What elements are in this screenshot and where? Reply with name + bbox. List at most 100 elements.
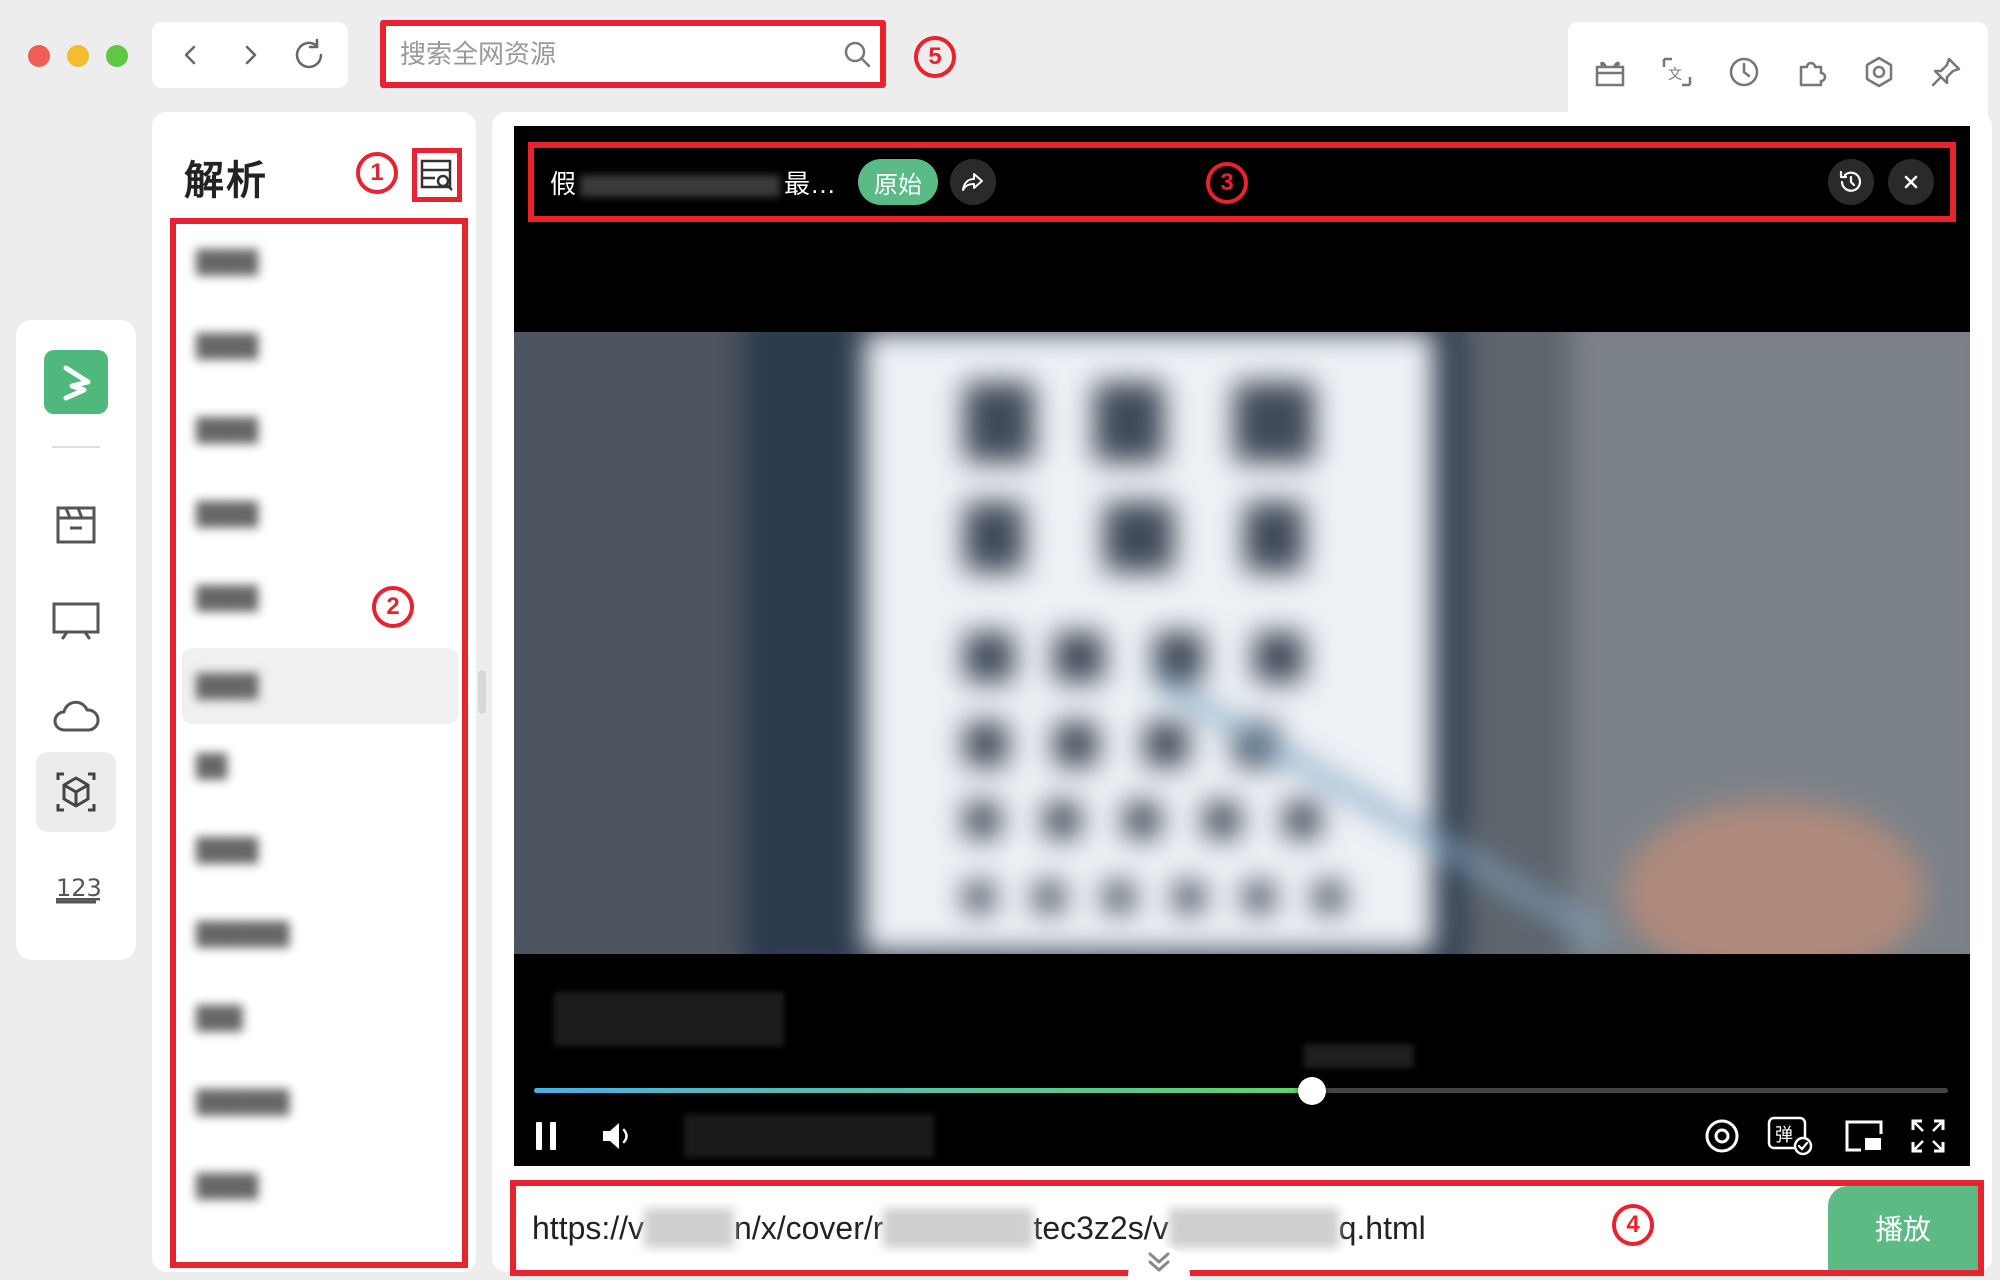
server-search-icon [420,159,453,191]
settings-button[interactable] [1853,46,1905,98]
picture-in-picture-icon [1845,1120,1883,1152]
danmaku-button[interactable]: 弹 [1766,1112,1814,1160]
search-box [380,20,886,88]
svg-text:123: 123 [56,874,100,902]
pause-button[interactable] [522,1112,570,1160]
parse-source-list: ████ ████ ████ ████ ████ ████ ██ ████ ██… [170,218,468,1268]
window-maximize-button[interactable] [106,45,128,67]
extension-button[interactable] [1786,46,1838,98]
quality-settings-button[interactable] [1698,1112,1746,1160]
list-item[interactable]: ███ [188,998,428,1038]
pin-button[interactable] [1920,46,1972,98]
list-item[interactable]: ██████ [188,914,428,954]
video-title-start: 假 [550,168,577,199]
extension-icon [1799,61,1826,87]
left-rail: 123 [16,320,136,960]
url-input[interactable]: https://v n/x/cover/r tec3z2s/v q.html [532,1186,1426,1270]
history-button[interactable] [1718,46,1770,98]
progress-bar[interactable] [534,1077,1948,1105]
refresh-icon [295,38,322,69]
rail-item-parse[interactable] [36,752,116,832]
chevron-right-icon [245,45,257,65]
gift-icon [1595,61,1624,87]
video-frame[interactable] [514,332,1970,954]
list-item[interactable]: ████ [188,242,428,282]
panel-scrollbar[interactable] [478,670,486,714]
volume-button[interactable] [594,1112,642,1160]
list-item[interactable]: ████ [188,1166,428,1206]
annotation-badge-1: 1 [356,152,398,194]
share-button[interactable] [950,159,997,205]
list-item[interactable]: ████ [188,830,428,870]
rail-item-tv[interactable] [36,580,116,660]
danmaku-icon: 弹 [1767,1116,1813,1156]
url-redaction [1168,1208,1339,1248]
search-icon[interactable] [842,39,872,69]
rail-item-cloud[interactable] [36,676,116,756]
window-close-button[interactable] [28,45,50,67]
url-segment: https://v [532,1209,645,1246]
list-item[interactable]: ██████ [188,1082,428,1122]
numbers-icon: 123 [56,874,100,904]
settings-icon [1705,1119,1739,1153]
close-player-button[interactable] [1888,159,1934,205]
window-minimize-button[interactable] [67,45,89,67]
video-title: 假 最… [550,164,836,201]
playback-time-redaction [684,1114,934,1158]
parse-panel: 解析 1 ████ ████ ████ ████ ████ ████ ██ ██… [152,112,476,1272]
share-icon [962,173,984,191]
play-button[interactable]: 播放 [1828,1186,1978,1270]
svg-text:文: 文 [1668,67,1682,83]
back-button[interactable] [167,31,215,79]
pip-button[interactable] [1840,1112,1888,1160]
refresh-button[interactable] [285,31,333,79]
history-icon [1839,170,1862,192]
film-icon [56,506,96,544]
fullscreen-icon [1911,1119,1945,1153]
url-segment: tec3z2s/v [1033,1209,1169,1246]
parse-server-button[interactable] [412,148,462,202]
url-redaction [883,1208,1034,1248]
history-icon [1730,57,1759,87]
top-toolbar: 文 [1568,22,1988,124]
video-player: 假最… 原始 3 弹 [514,126,1970,1166]
forward-button[interactable] [226,31,274,79]
svg-text:弹: 弹 [1775,1125,1793,1146]
annotation-badge-5: 5 [914,36,956,78]
progress-knob[interactable] [1297,1077,1326,1105]
list-item[interactable]: ████ [188,494,428,534]
double-chevron-down-icon [1148,1252,1170,1272]
url-bar: https://v n/x/cover/r tec3z2s/v q.html 播放 4 [510,1180,1984,1276]
play-logo-icon [63,365,91,401]
annotation-badge-2: 2 [372,586,414,628]
url-segment: n/x/cover/r [734,1209,884,1246]
progress-fill [534,1088,1312,1093]
list-item[interactable]: ██ [188,746,428,786]
video-title-end: 最… [784,168,837,199]
url-redaction [644,1208,735,1248]
pause-icon [536,1122,556,1150]
panel-title: 解析 [184,159,268,203]
title-redaction [580,174,781,197]
parse-cube-icon [56,772,96,812]
list-item[interactable]: ████ [188,326,428,366]
tv-icon [52,602,100,640]
gift-button[interactable] [1584,46,1636,98]
rail-item-numbers[interactable]: 123 [36,848,116,928]
translate-button[interactable]: 文 [1651,46,1703,98]
list-item[interactable]: ████ [188,410,428,450]
translate-icon: 文 [1662,57,1692,87]
annotation-badge-4: 4 [1612,1204,1654,1246]
playback-history-button[interactable] [1828,159,1874,205]
settings-icon [1865,56,1893,88]
close-icon [1904,175,1918,189]
seek-tooltip-redaction [1304,1044,1414,1068]
fullscreen-button[interactable] [1904,1112,1952,1160]
original-button[interactable]: 原始 [858,159,939,205]
chevron-left-icon [185,45,196,65]
rail-item-movies[interactable] [36,484,116,564]
search-input[interactable] [394,38,842,70]
list-item[interactable]: ████ [188,666,428,706]
rail-divider [52,446,100,448]
nav-controls [152,22,348,88]
